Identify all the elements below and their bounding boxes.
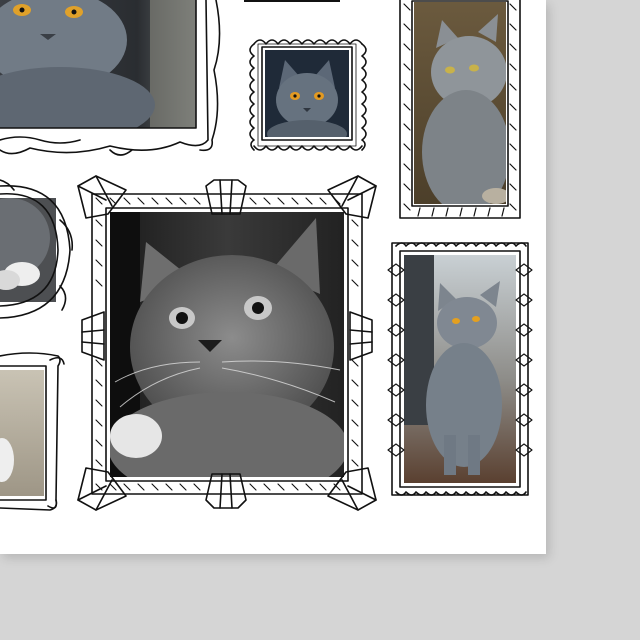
cat-photo-center-bw [110, 212, 344, 477]
cat-photo-bottom-left [0, 370, 44, 496]
cat-photo-right-sitting [404, 255, 516, 483]
cat-photo-large-top-left [0, 0, 196, 128]
poster-sheet [0, 0, 546, 554]
cat-photo-oval-left [0, 198, 56, 302]
frame-edge-top [244, 0, 340, 2]
cat-photo-tall-top-right [414, 2, 506, 204]
cat-photo-small-scalloped [265, 50, 349, 137]
